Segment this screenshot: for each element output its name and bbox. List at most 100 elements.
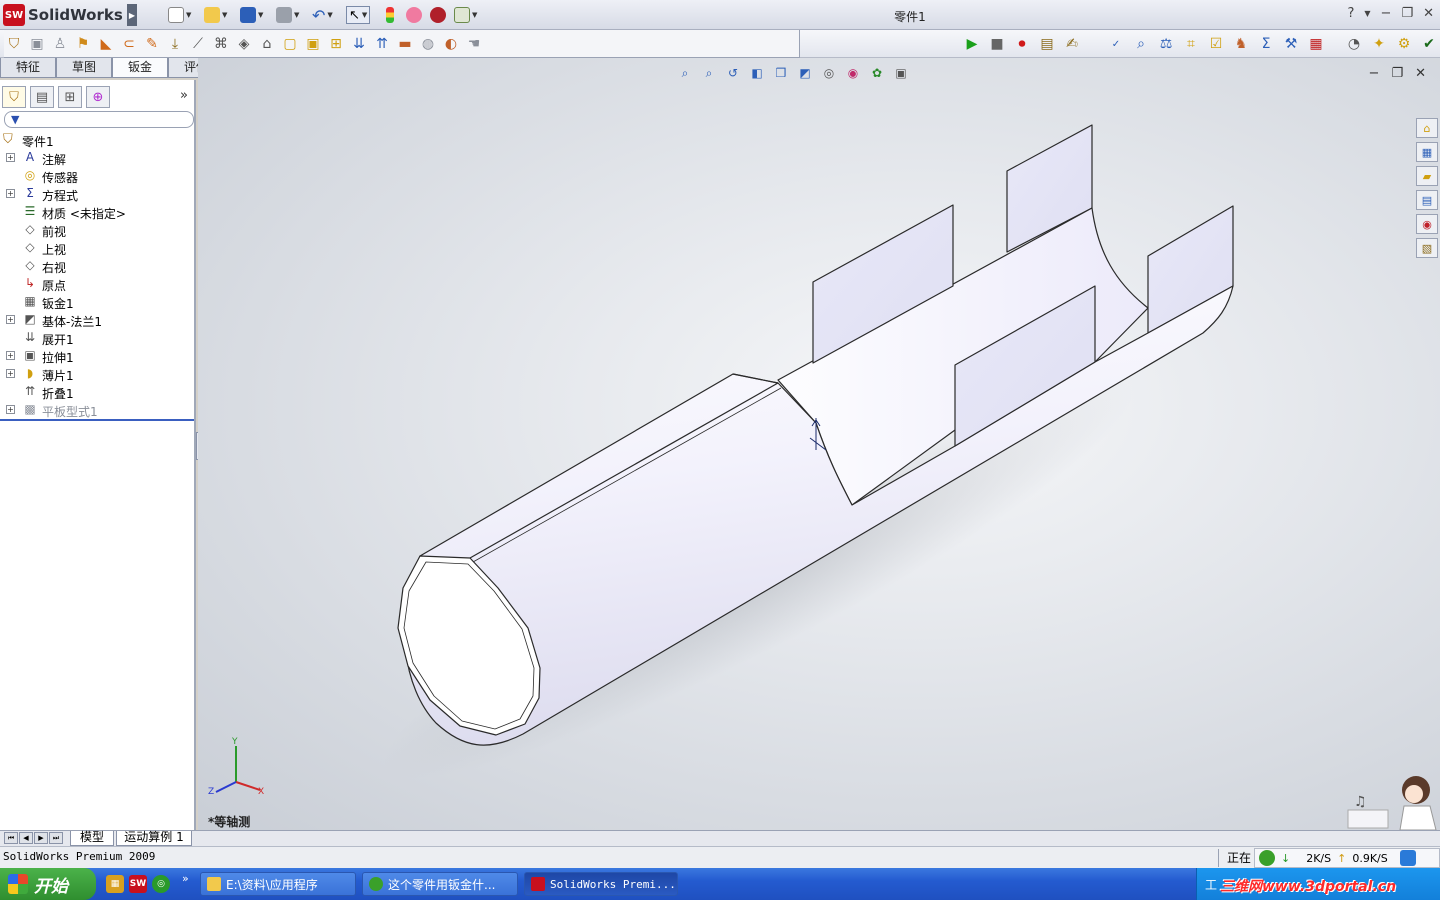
mass-properties-icon[interactable]: ⚖ (1156, 34, 1176, 54)
tree-item[interactable]: ⇈ 折叠1 (0, 383, 194, 401)
tab-motion-study[interactable]: 运动算例 1 (116, 831, 192, 846)
tree-item[interactable]: ☰ 材质 <未指定> (0, 203, 194, 221)
hand-icon[interactable]: ☚ (464, 34, 484, 54)
feature-manager-tab-icon[interactable]: ⛉ (2, 86, 26, 108)
expand-plus-icon[interactable]: + (6, 405, 15, 414)
tree-item[interactable]: + ▩ 平板型式1 (0, 401, 194, 419)
appearance-button[interactable] (406, 6, 422, 24)
minimize-icon[interactable]: − (1381, 6, 1392, 21)
design-checker-icon[interactable]: ✔ (1419, 34, 1439, 54)
feature-filter-input[interactable]: ▼ (4, 111, 194, 128)
task-chat[interactable]: 这个零件用钣金什... (362, 872, 518, 896)
feature-statistics-icon[interactable]: ⚒ (1281, 34, 1301, 54)
next-tab-arrow-icon[interactable]: ▶ (34, 832, 48, 844)
help-icon[interactable]: ? (1347, 6, 1354, 21)
first-tab-arrow-icon[interactable]: ⏮ (4, 832, 18, 844)
undo-button[interactable]: ↶ ▼ (312, 6, 333, 25)
tree-item[interactable]: ◇ 右视 (0, 257, 194, 275)
tree-item[interactable]: + ◗ 薄片1 (0, 365, 194, 383)
task-explorer[interactable]: E:\资料\应用程序 (200, 872, 356, 896)
tab-sketch[interactable]: 草图 (56, 58, 112, 78)
hem-icon[interactable]: ✎ (142, 34, 162, 54)
no-bends-icon[interactable]: ◍ (418, 34, 438, 54)
tree-item[interactable]: ◎ 传感器 (0, 167, 194, 185)
print-button[interactable]: ▼ (276, 6, 299, 24)
panel-expand-icon[interactable]: » (180, 88, 188, 103)
tab-sheet-metal[interactable]: 钣金 (112, 58, 168, 78)
stop-macro-icon[interactable]: ■ (987, 34, 1007, 54)
equations-icon[interactable]: Σ (1256, 34, 1276, 54)
corners-icon[interactable]: ◈ (234, 34, 254, 54)
tree-item[interactable]: + ▣ 拉伸1 (0, 347, 194, 365)
new-macro-icon[interactable]: ▤ (1037, 34, 1057, 54)
miter-flange-icon[interactable]: ⊂ (119, 34, 139, 54)
tree-item[interactable]: + A 注解 (0, 149, 194, 167)
flatten-icon[interactable]: ▬ (395, 34, 415, 54)
record-macro-icon[interactable]: ⏺ (1012, 34, 1032, 54)
section-properties-icon[interactable]: ⌗ (1181, 34, 1201, 54)
dimxpert-tab-icon[interactable]: ⊕ (86, 86, 110, 108)
tab-features[interactable]: 特征 (0, 58, 56, 78)
tree-item[interactable]: + Σ 方程式 (0, 185, 194, 203)
new-document-button[interactable]: ▼ (168, 6, 191, 24)
base-flange-icon[interactable]: ⚑ (73, 34, 93, 54)
rip-icon[interactable]: ⊞ (326, 34, 346, 54)
tree-item[interactable]: ▦ 钣金1 (0, 293, 194, 311)
expand-plus-icon[interactable]: + (6, 189, 15, 198)
solidworks-logo[interactable]: SW SolidWorks (3, 4, 135, 26)
configuration-manager-tab-icon[interactable]: ⊞ (58, 86, 82, 108)
vent-icon[interactable]: ▣ (303, 34, 323, 54)
sheet-metal-part-model[interactable] (198, 58, 1440, 830)
lofted-bend-icon[interactable]: ♙ (50, 34, 70, 54)
addins-icon[interactable]: ⚙ (1394, 34, 1414, 54)
jog-icon[interactable]: ⤓ (165, 34, 185, 54)
expand-plus-icon[interactable]: + (6, 369, 15, 378)
prev-tab-arrow-icon[interactable]: ◀ (19, 832, 33, 844)
tree-item[interactable]: ↳ 原点 (0, 275, 194, 293)
sheet-metal-icon[interactable]: ⛉ (4, 34, 24, 54)
task-solidworks[interactable]: SolidWorks Premi... (524, 872, 678, 896)
edit-macro-icon[interactable]: ✍ (1062, 34, 1082, 54)
quick-launch-more[interactable]: » (182, 872, 189, 885)
expand-plus-icon[interactable]: + (6, 315, 15, 324)
tab-model[interactable]: 模型 (70, 831, 114, 846)
options-button[interactable]: ▼ (454, 6, 477, 24)
statistics-icon[interactable]: ♞ (1231, 34, 1251, 54)
qq-launch-icon[interactable]: ◎ (152, 875, 170, 893)
tree-item[interactable]: ◇ 前视 (0, 221, 194, 239)
forming-tool-icon[interactable]: ▢ (280, 34, 300, 54)
run-macro-icon[interactable]: ▶ (962, 34, 982, 54)
fold-icon[interactable]: ⇈ (372, 34, 392, 54)
performance-icon[interactable]: ◔ (1344, 34, 1364, 54)
close-icon[interactable]: ✕ (1423, 6, 1434, 21)
help-dropdown-icon[interactable]: ▼ (1364, 9, 1370, 21)
sketched-bend-icon[interactable]: ⟋ (188, 34, 208, 54)
browser-icon[interactable] (1399, 850, 1416, 866)
open-button[interactable]: ▼ (204, 6, 227, 24)
menu-expand-arrow-icon[interactable]: ▶ (127, 4, 137, 26)
tree-item[interactable]: + ◩ 基体-法兰1 (0, 311, 194, 329)
restore-icon[interactable]: ❐ (1401, 6, 1413, 21)
drafting-tools-icon[interactable]: ✦ (1369, 34, 1389, 54)
measure-icon[interactable]: ⌕ (1131, 34, 1151, 54)
spell-check-icon[interactable]: ✓ (1106, 34, 1126, 54)
desktop-icon[interactable]: ▦ (106, 875, 124, 893)
tree-item[interactable]: ⇊ 展开1 (0, 329, 194, 347)
tree-item[interactable]: ◇ 上视 (0, 239, 194, 257)
edge-flange-icon[interactable]: ◣ (96, 34, 116, 54)
closed-corner-icon[interactable]: ⌂ (257, 34, 277, 54)
start-button[interactable]: 开始 (0, 868, 96, 900)
last-tab-arrow-icon[interactable]: ⏭ (49, 832, 63, 844)
convert-to-sheet-metal-icon[interactable]: ▣ (27, 34, 47, 54)
solidworks-launch-icon[interactable]: SW (129, 875, 147, 893)
save-button[interactable]: ▼ (240, 6, 263, 24)
cross-break-icon[interactable]: ⌘ (211, 34, 231, 54)
select-button[interactable]: ↖ ▼ (346, 6, 371, 24)
property-manager-tab-icon[interactable]: ▤ (30, 86, 54, 108)
unfold-icon[interactable]: ⇊ (349, 34, 369, 54)
check-icon[interactable]: ☑ (1206, 34, 1226, 54)
graphics-area[interactable]: ⌕ ⌕ ↺ ◧ ❒ ◩ ◎ ◉ ✿ ▣ − ❐ ✕ ⌂ ▦ ▰ ▤ ◉ ▧ Y … (198, 58, 1440, 830)
import-diagnostics-icon[interactable]: ▦ (1306, 34, 1326, 54)
tree-root-part[interactable]: ⛉ 零件1 (0, 131, 194, 149)
rollback-bar[interactable] (0, 419, 194, 421)
